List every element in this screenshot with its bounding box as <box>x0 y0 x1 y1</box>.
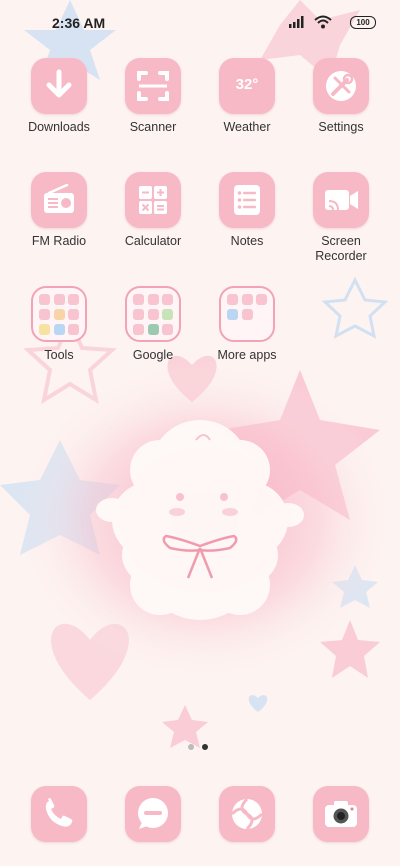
battery-icon: 100 <box>350 16 376 29</box>
page-dot-current[interactable] <box>202 744 208 750</box>
app-downloads[interactable]: Downloads <box>12 58 106 135</box>
signal-icon <box>289 16 304 28</box>
app-calculator[interactable]: Calculator <box>106 172 200 249</box>
app-fm-radio[interactable]: FM Radio <box>12 172 106 249</box>
app-weather[interactable]: 32° Weather <box>200 58 294 135</box>
camera-icon[interactable] <box>313 786 369 842</box>
status-icons: 100 <box>276 15 376 31</box>
app-label: Settings <box>318 120 364 134</box>
scanner-icon <box>125 58 181 114</box>
app-notes[interactable]: Notes <box>200 172 294 249</box>
calculator-icon <box>125 172 181 228</box>
settings-icon <box>313 58 369 114</box>
weather-temperature: 32° <box>235 76 259 93</box>
app-label: More apps <box>217 348 277 362</box>
radio-icon <box>31 172 87 228</box>
browser-icon[interactable] <box>219 786 275 842</box>
app-settings[interactable]: Settings <box>294 58 388 135</box>
app-label: Calculator <box>124 234 182 248</box>
phone-icon[interactable] <box>31 786 87 842</box>
folder-icon <box>31 286 87 342</box>
status-time: 2:36 AM <box>52 15 106 31</box>
app-label: Screen Recorder <box>315 234 367 263</box>
folder-icon <box>219 286 275 342</box>
folder-more-apps[interactable]: More apps <box>200 286 294 363</box>
app-scanner[interactable]: Scanner <box>106 58 200 135</box>
status-bar: 2:36 AM 100 <box>0 0 400 44</box>
app-label: Google <box>132 348 174 362</box>
folder-google[interactable]: Google <box>106 286 200 363</box>
app-label: FM Radio <box>31 234 87 248</box>
app-label: Scanner <box>129 120 177 134</box>
download-icon <box>31 58 87 114</box>
messages-icon[interactable] <box>125 786 181 842</box>
app-label: Weather <box>223 120 271 134</box>
folder-tools[interactable]: Tools <box>12 286 106 363</box>
app-label: Downloads <box>28 120 90 134</box>
screen-recorder-icon <box>313 172 369 228</box>
notes-icon <box>219 172 275 228</box>
weather-icon: 32° <box>219 58 275 114</box>
app-label: Tools <box>44 348 74 362</box>
app-screen-recorder[interactable]: Screen Recorder <box>294 172 388 264</box>
wifi-icon <box>314 15 332 29</box>
page-dot[interactable] <box>188 744 194 750</box>
folder-icon <box>125 286 181 342</box>
app-label: Notes <box>230 234 264 248</box>
